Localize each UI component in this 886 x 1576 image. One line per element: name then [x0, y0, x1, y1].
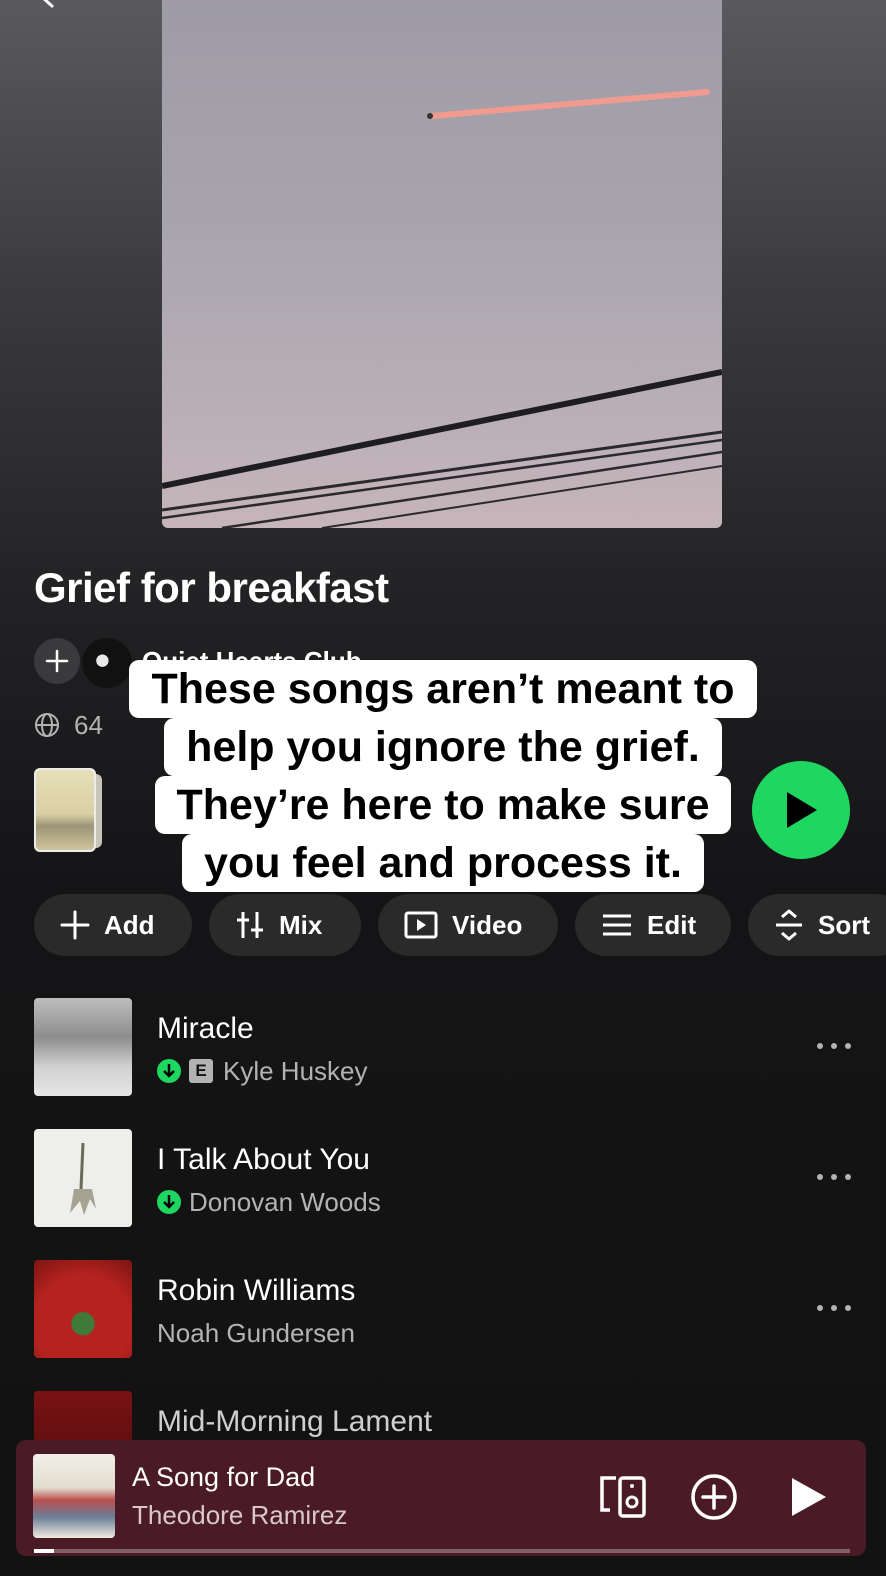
track-row[interactable]: Miracle E Kyle Huskey [34, 998, 886, 1098]
caption-line: These songs aren’t meant to [129, 660, 757, 718]
now-playing-artist: Theodore Ramirez [132, 1500, 348, 1530]
add-circle-icon[interactable] [687, 1470, 741, 1524]
sort-chip-label: Sort [818, 909, 870, 940]
more-icon[interactable] [814, 1036, 854, 1056]
track-title: Mid-Morning Lament [157, 1405, 433, 1438]
now-playing-title: A Song for Dad [132, 1462, 316, 1492]
mix-chip[interactable]: Mix [209, 894, 361, 956]
edit-icon [603, 914, 631, 936]
more-icon[interactable] [814, 1298, 854, 1318]
caption-line: They’re here to make sure [154, 776, 732, 834]
video-chip[interactable]: Video [378, 894, 558, 956]
playback-progress[interactable] [34, 1549, 850, 1553]
download-icon [157, 1190, 181, 1214]
track-artwork [34, 1129, 132, 1227]
add-chip-label: Add [104, 909, 155, 940]
video-icon [404, 911, 438, 939]
caption-line: you feel and process it. [182, 834, 704, 892]
explicit-badge: E [189, 1059, 213, 1083]
download-icon [157, 1059, 181, 1083]
playlist-screen: Grief for breakfast Quiet Hearts Club 64 [0, 0, 886, 1576]
action-chips: Add Mix Video Edit Sort [34, 894, 886, 956]
track-subtitle: E Kyle Huskey [157, 1056, 368, 1086]
playlist-cover-image [162, 0, 722, 528]
edit-chip[interactable]: Edit [575, 894, 731, 956]
track-row[interactable]: Robin Williams Noah Gundersen [34, 1260, 886, 1360]
sort-chip[interactable]: Sort [748, 894, 886, 956]
mix-chip-label: Mix [279, 909, 323, 940]
now-playing-artwork [33, 1454, 115, 1538]
track-title: I Talk About You [157, 1143, 370, 1176]
playback-progress-fill [34, 1549, 55, 1553]
track-title: Miracle [157, 1012, 254, 1045]
track-artwork [34, 998, 132, 1096]
playlist-title: Grief for breakfast [34, 564, 389, 611]
play-icon[interactable] [780, 1470, 834, 1524]
track-row[interactable]: I Talk About You Donovan Woods [34, 1129, 886, 1229]
more-icon[interactable] [814, 1167, 854, 1187]
mini-player[interactable]: A Song for Dad Theodore Ramirez [16, 1440, 866, 1556]
video-chip-label: Video [452, 909, 523, 940]
sort-icon [776, 909, 802, 941]
track-artist: Noah Gundersen [157, 1317, 356, 1348]
track-title: Robin Williams [157, 1274, 356, 1307]
track-artwork [34, 1260, 132, 1358]
mix-icon [237, 912, 263, 938]
add-chip[interactable]: Add [34, 894, 192, 956]
edit-chip-label: Edit [647, 909, 697, 940]
track-artist: Kyle Huskey [223, 1055, 368, 1086]
plus-icon [60, 910, 90, 940]
devices-icon[interactable] [596, 1470, 650, 1524]
track-artist: Donovan Woods [189, 1186, 381, 1217]
caption-line: help you ignore the grief. [164, 718, 722, 776]
track-subtitle: Noah Gundersen [157, 1318, 355, 1348]
back-icon[interactable] [36, 0, 58, 8]
caption-overlay: These songs aren’t meant to help you ign… [0, 660, 886, 892]
track-subtitle: Donovan Woods [157, 1187, 381, 1217]
